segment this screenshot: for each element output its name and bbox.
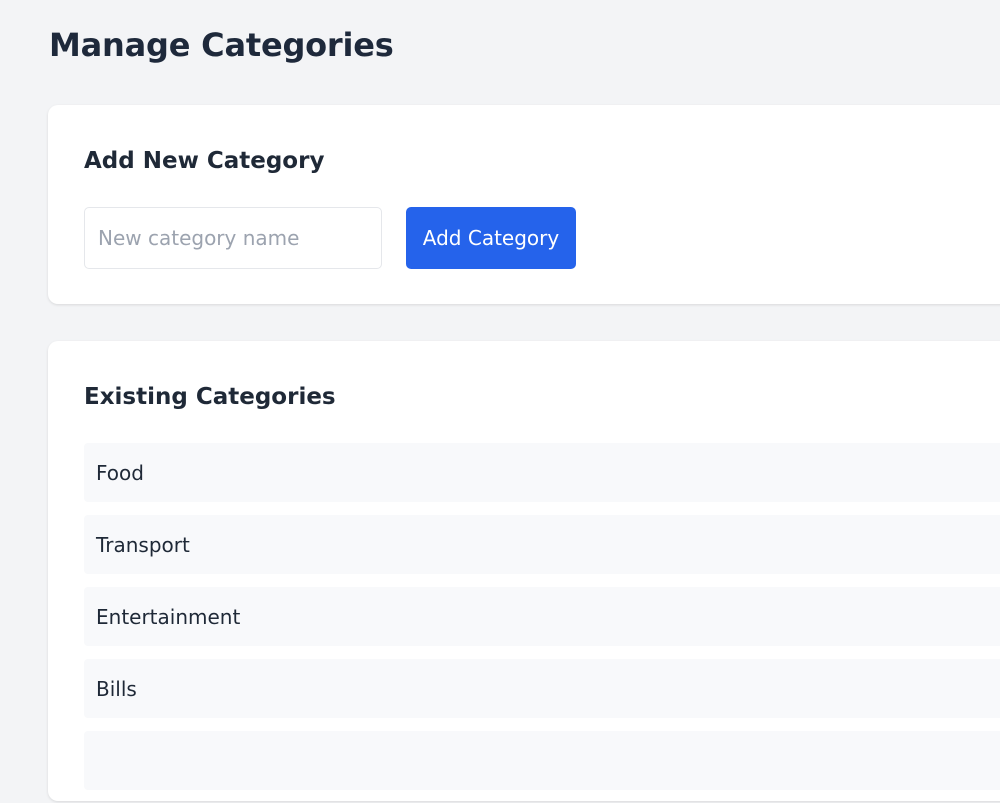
existing-categories-heading: Existing Categories (84, 384, 336, 410)
add-category-card: Add New Category Add Category (48, 105, 1000, 304)
category-item[interactable]: Entertainment (84, 587, 1000, 646)
category-item[interactable] (84, 731, 1000, 790)
category-name-input[interactable] (84, 207, 382, 269)
category-item[interactable]: Food (84, 443, 1000, 502)
existing-categories-card: Existing Categories Food Transport Enter… (48, 341, 1000, 801)
category-list: Food Transport Entertainment Bills (84, 443, 1000, 803)
category-item[interactable]: Bills (84, 659, 1000, 718)
page-title: Manage Categories (49, 26, 394, 64)
add-category-heading: Add New Category (84, 148, 325, 174)
category-item[interactable]: Transport (84, 515, 1000, 574)
add-category-button[interactable]: Add Category (406, 207, 576, 269)
